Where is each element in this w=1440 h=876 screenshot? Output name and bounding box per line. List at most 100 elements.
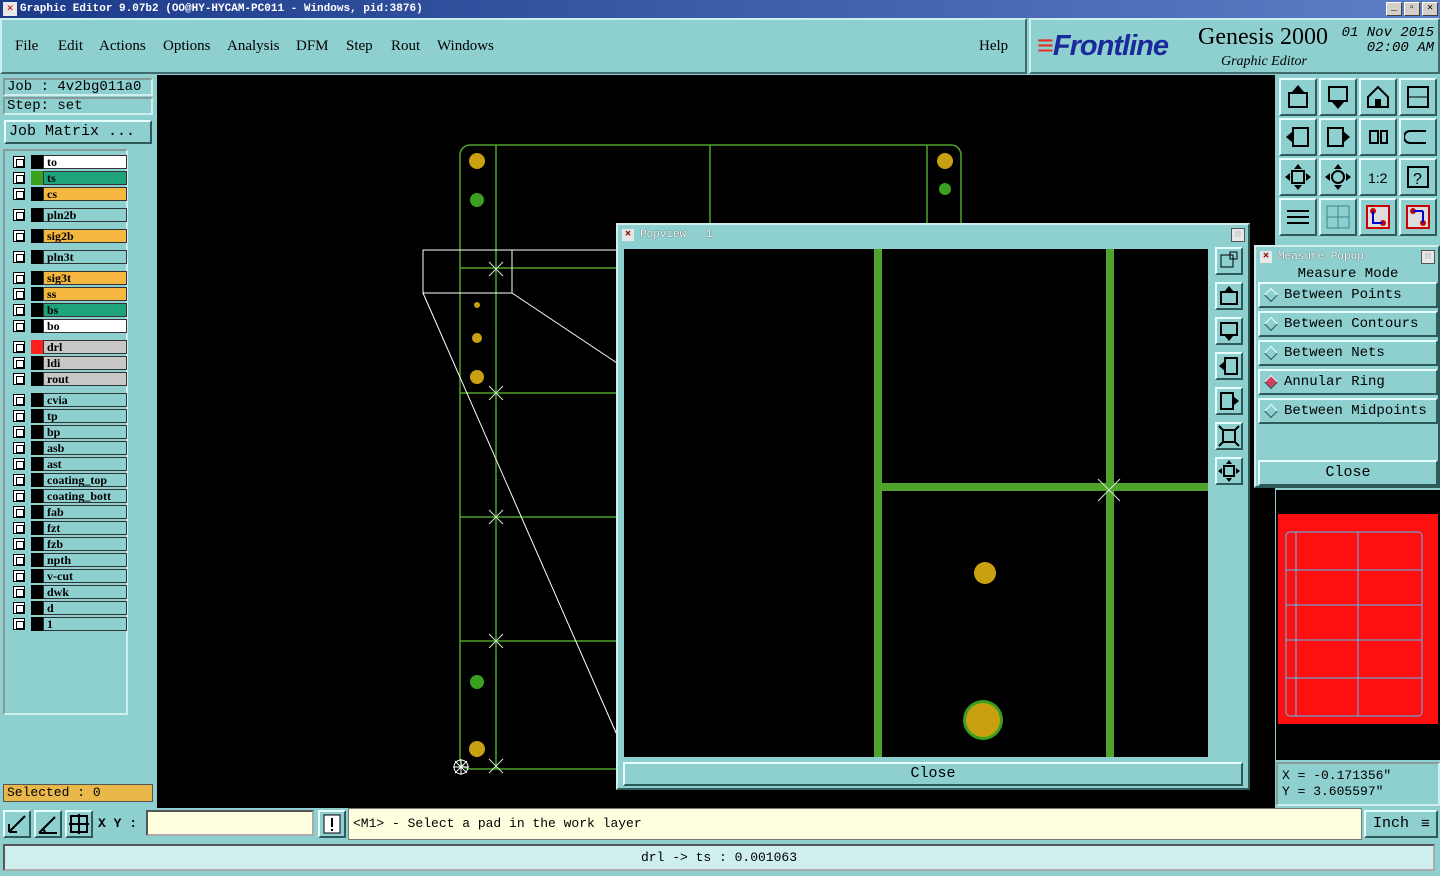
- layer-name[interactable]: coating_top: [43, 473, 127, 487]
- layer-name[interactable]: sig2b: [43, 229, 127, 243]
- layer-name[interactable]: bs: [43, 303, 127, 317]
- layer-checkbox[interactable]: [13, 373, 25, 385]
- menu-rout[interactable]: Rout: [391, 38, 420, 55]
- layer-checkbox[interactable]: [13, 357, 25, 369]
- layer-name[interactable]: ss: [43, 287, 127, 301]
- view-toolbar-button-4[interactable]: [1215, 352, 1243, 380]
- tool-button-7[interactable]: [1359, 118, 1397, 156]
- layer-checkbox[interactable]: [13, 272, 25, 284]
- layer-name[interactable]: d: [43, 601, 127, 615]
- layer-checkbox[interactable]: [13, 304, 25, 316]
- minimize-button[interactable]: _: [1386, 2, 1402, 16]
- layer-checkbox[interactable]: [13, 474, 25, 486]
- measure-option[interactable]: Between Points: [1258, 282, 1438, 308]
- layer-name[interactable]: fzt: [43, 521, 127, 535]
- menu-file[interactable]: File: [15, 38, 38, 55]
- layer-name[interactable]: pln3t: [43, 250, 127, 264]
- measure-option[interactable]: Annular Ring: [1258, 369, 1438, 395]
- layer-checkbox[interactable]: [13, 188, 25, 200]
- layer-name[interactable]: dwk: [43, 585, 127, 599]
- layer-checkbox[interactable]: [13, 251, 25, 263]
- layer-checkbox[interactable]: [13, 156, 25, 168]
- measure-close-icon[interactable]: ✕: [1421, 250, 1435, 264]
- tool-button-11[interactable]: 1:2: [1359, 158, 1397, 196]
- measure-option[interactable]: Between Midpoints: [1258, 398, 1438, 424]
- tool-button-2[interactable]: [1319, 78, 1357, 116]
- layer-name[interactable]: bo: [43, 319, 127, 333]
- tool-button-8[interactable]: [1399, 118, 1437, 156]
- close-window-button[interactable]: ✕: [1422, 2, 1438, 16]
- layer-checkbox[interactable]: [13, 522, 25, 534]
- layer-checkbox[interactable]: [13, 288, 25, 300]
- layer-name[interactable]: npth: [43, 553, 127, 567]
- layer-checkbox[interactable]: [13, 230, 25, 242]
- view-toolbar-button-7[interactable]: [1215, 457, 1243, 485]
- layer-checkbox[interactable]: [13, 490, 25, 502]
- layer-name[interactable]: bp: [43, 425, 127, 439]
- layer-checkbox[interactable]: [13, 172, 25, 184]
- measure-close-button[interactable]: Close: [1258, 460, 1438, 486]
- menu-edit[interactable]: Edit: [58, 38, 83, 55]
- layer-name[interactable]: to: [43, 155, 127, 169]
- layer-checkbox[interactable]: [13, 538, 25, 550]
- layer-name[interactable]: cs: [43, 187, 127, 201]
- layer-checkbox[interactable]: [13, 458, 25, 470]
- layer-name[interactable]: tp: [43, 409, 127, 423]
- menu-step[interactable]: Step: [346, 38, 373, 55]
- layer-name[interactable]: cvia: [43, 393, 127, 407]
- popview-close-icon[interactable]: ✕: [1231, 228, 1245, 242]
- tool-button-14[interactable]: [1319, 198, 1357, 236]
- menu-windows[interactable]: Windows: [437, 38, 494, 55]
- layer-name[interactable]: fzb: [43, 537, 127, 551]
- layer-checkbox[interactable]: [13, 586, 25, 598]
- tool-button-10[interactable]: [1319, 158, 1357, 196]
- layer-name[interactable]: asb: [43, 441, 127, 455]
- menu-options[interactable]: Options: [163, 38, 211, 55]
- tool-button-5[interactable]: [1279, 118, 1317, 156]
- layer-checkbox[interactable]: [13, 394, 25, 406]
- layer-checkbox[interactable]: [13, 209, 25, 221]
- grid-tool-button[interactable]: [65, 810, 93, 838]
- tool-button-15[interactable]: [1359, 198, 1397, 236]
- maximize-button[interactable]: ▫: [1404, 2, 1420, 16]
- menu-actions[interactable]: Actions: [99, 38, 146, 55]
- layer-checkbox[interactable]: [13, 410, 25, 422]
- layer-checkbox[interactable]: [13, 554, 25, 566]
- layer-checkbox[interactable]: [13, 618, 25, 630]
- layer-name[interactable]: v-cut: [43, 569, 127, 583]
- layer-name[interactable]: fab: [43, 505, 127, 519]
- snap-tool-button[interactable]: [3, 810, 31, 838]
- measure-option[interactable]: Between Contours: [1258, 311, 1438, 337]
- xy-input[interactable]: [146, 810, 314, 836]
- layer-name[interactable]: 1: [43, 617, 127, 631]
- view-toolbar-button-5[interactable]: [1215, 387, 1243, 415]
- tool-button-13[interactable]: [1279, 198, 1317, 236]
- job-matrix-button[interactable]: Job Matrix ...: [4, 120, 152, 144]
- layer-name[interactable]: ts: [43, 171, 127, 185]
- layer-checkbox[interactable]: [13, 506, 25, 518]
- layer-checkbox[interactable]: [13, 442, 25, 454]
- view-toolbar-button-6[interactable]: [1215, 422, 1243, 450]
- layer-checkbox[interactable]: [13, 320, 25, 332]
- tool-button-1[interactable]: [1279, 78, 1317, 116]
- tool-button-4[interactable]: [1399, 78, 1437, 116]
- overview-map[interactable]: [1276, 490, 1440, 760]
- layer-name[interactable]: rout: [43, 372, 127, 386]
- layer-name[interactable]: ldi: [43, 356, 127, 370]
- layer-name[interactable]: coating_bott: [43, 489, 127, 503]
- popview-close-button[interactable]: Close: [623, 762, 1243, 786]
- measure-option[interactable]: Between Nets: [1258, 340, 1438, 366]
- view-toolbar-button-2[interactable]: [1215, 282, 1243, 310]
- layer-checkbox[interactable]: [13, 426, 25, 438]
- layer-name[interactable]: drl: [43, 340, 127, 354]
- view-toolbar-button-1[interactable]: [1215, 247, 1243, 275]
- layer-checkbox[interactable]: [13, 602, 25, 614]
- info-button[interactable]: [318, 810, 346, 838]
- unit-selector[interactable]: Inch ≡: [1364, 810, 1438, 838]
- layer-name[interactable]: pln2b: [43, 208, 127, 222]
- layer-name[interactable]: sig3t: [43, 271, 127, 285]
- tool-button-12[interactable]: ?: [1399, 158, 1437, 196]
- menu-analysis[interactable]: Analysis: [227, 38, 280, 55]
- angle-tool-button[interactable]: [34, 810, 62, 838]
- tool-button-16[interactable]: [1399, 198, 1437, 236]
